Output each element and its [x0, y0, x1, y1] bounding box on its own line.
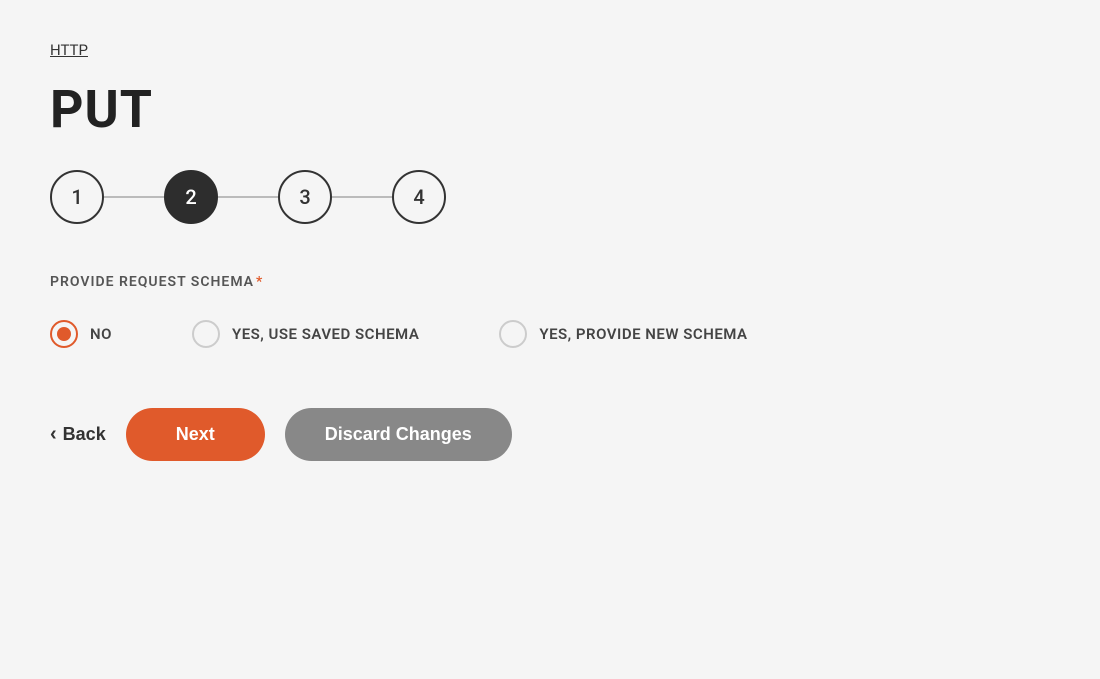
radio-yes-new[interactable] — [499, 320, 527, 348]
step-4[interactable]: 4 — [392, 170, 446, 224]
step-2[interactable]: 2 — [164, 170, 218, 224]
discard-button[interactable]: Discard Changes — [285, 408, 512, 461]
radio-group: NO YES, USE SAVED SCHEMA YES, PROVIDE NE… — [50, 320, 1050, 348]
next-button[interactable]: Next — [126, 408, 265, 461]
breadcrumb-link[interactable]: HTTP — [50, 41, 88, 59]
radio-item-yes-new[interactable]: YES, PROVIDE NEW SCHEMA — [499, 320, 747, 348]
radio-yes-saved-label: YES, USE SAVED SCHEMA — [232, 325, 419, 343]
page-title: PUT — [50, 79, 1050, 140]
button-area: ‹ Back Next Discard Changes — [50, 408, 1050, 461]
radio-no[interactable] — [50, 320, 78, 348]
stepper: 1 2 3 4 — [50, 170, 1050, 224]
page-container: HTTP PUT 1 2 3 4 PROVIDE REQUEST SCHEMA*… — [0, 0, 1100, 501]
step-3[interactable]: 3 — [278, 170, 332, 224]
radio-yes-saved[interactable] — [192, 320, 220, 348]
breadcrumb[interactable]: HTTP — [50, 40, 1050, 59]
step-connector-3 — [332, 196, 392, 198]
radio-item-yes-saved[interactable]: YES, USE SAVED SCHEMA — [192, 320, 419, 348]
step-connector-1 — [104, 196, 164, 198]
back-chevron-icon: ‹ — [50, 423, 57, 446]
back-button[interactable]: ‹ Back — [50, 423, 106, 446]
radio-item-no[interactable]: NO — [50, 320, 112, 348]
step-connector-2 — [218, 196, 278, 198]
radio-no-inner — [57, 327, 71, 341]
radio-no-label: NO — [90, 325, 112, 343]
required-star: * — [256, 274, 263, 290]
section-label: PROVIDE REQUEST SCHEMA* — [50, 274, 1050, 290]
step-1[interactable]: 1 — [50, 170, 104, 224]
radio-yes-new-label: YES, PROVIDE NEW SCHEMA — [539, 325, 747, 343]
